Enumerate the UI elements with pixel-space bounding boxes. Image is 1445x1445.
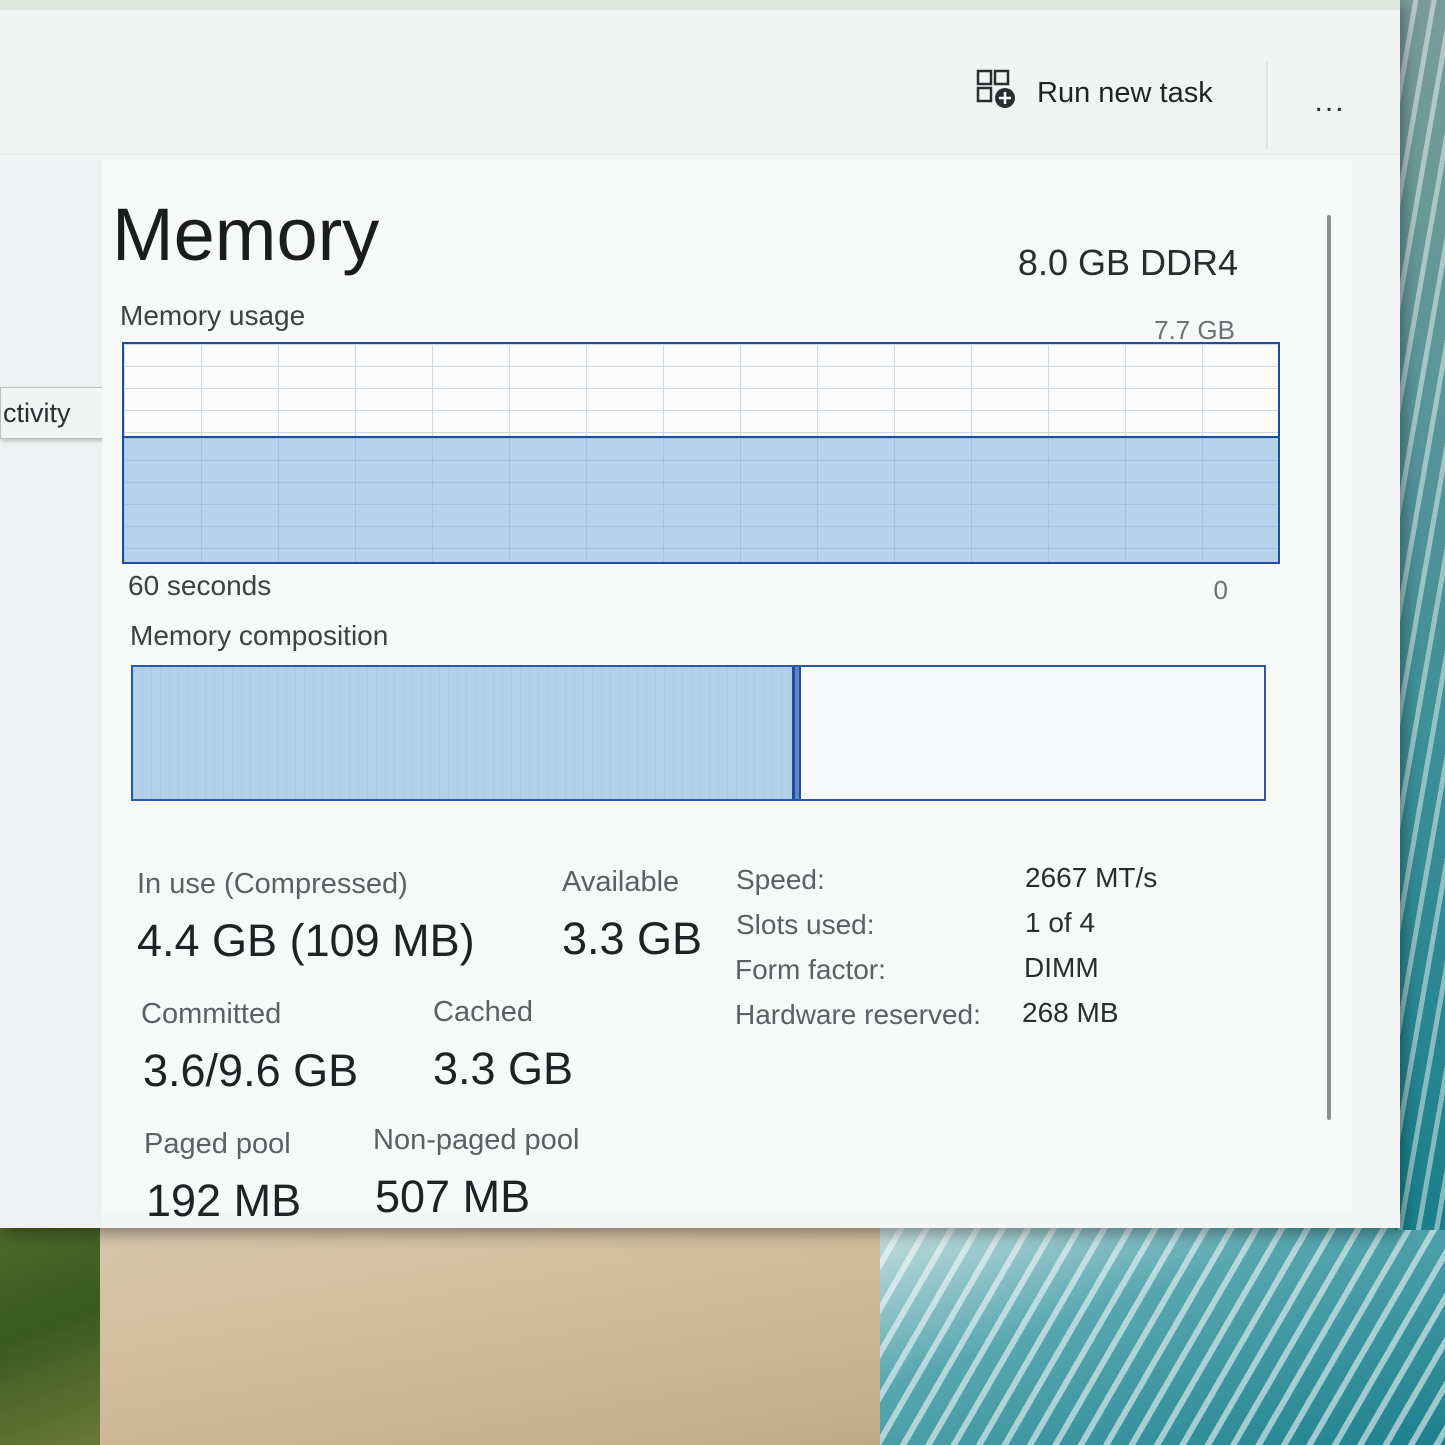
run-new-task-label: Run new task (1037, 76, 1213, 109)
speed-value: 2667 MT/s (1025, 862, 1158, 893)
sidebar (0, 160, 102, 1228)
hardware-reserved-value: 268 MB (1022, 997, 1119, 1028)
composition-in-use[interactable] (133, 667, 795, 799)
composition-modified[interactable] (794, 667, 802, 799)
form-factor-value: DIMM (1024, 952, 1099, 983)
available-label: Available (562, 866, 680, 898)
page-title: Memory (112, 193, 380, 276)
paged-pool-value: 192 MB (146, 1175, 302, 1226)
graph-time-label: 60 seconds (128, 570, 272, 601)
available-value: 3.3 GB (562, 913, 703, 964)
non-paged-pool-value: 507 MB (375, 1171, 531, 1222)
committed-value: 3.6/9.6 GB (143, 1045, 359, 1096)
slots-used-label: Slots used: (736, 909, 875, 940)
in-use-value: 4.4 GB (109 MB) (137, 915, 475, 966)
toolbar: Run new task ... (0, 10, 1400, 155)
speed-label: Speed: (736, 864, 825, 895)
committed-label: Committed (141, 998, 282, 1030)
memory-spec: 8.0 GB DDR4 (1017, 242, 1238, 283)
hardware-reserved-label: Hardware reserved: (735, 999, 981, 1030)
graph-min-label: 0 (1213, 575, 1228, 605)
more-options-icon: ... (1314, 85, 1346, 118)
memory-usage-graph (122, 342, 1280, 564)
run-new-task-icon (975, 68, 1017, 118)
title-bar (0, 0, 1400, 10)
form-factor-label: Form factor: (735, 954, 886, 985)
vertical-scrollbar[interactable] (1327, 215, 1331, 1120)
run-new-task-button[interactable]: Run new task (975, 68, 1213, 118)
sidebar-tooltip: ctivity (0, 387, 114, 439)
slots-used-value: 1 of 4 (1025, 907, 1096, 938)
non-paged-pool-label: Non-paged pool (373, 1124, 580, 1156)
wallpaper-ocean (1395, 0, 1445, 1230)
cached-value: 3.3 GB (433, 1043, 574, 1094)
wallpaper-surf (880, 1215, 1445, 1445)
paged-pool-label: Paged pool (144, 1128, 291, 1160)
task-manager-window: Run new task ... ctivity Memory 8.0 GB D… (0, 0, 1400, 1228)
memory-composition-label: Memory composition (130, 620, 389, 651)
in-use-label: In use (Compressed) (137, 868, 408, 900)
memory-composition-bar (131, 665, 1266, 801)
toolbar-divider (1266, 62, 1268, 150)
cached-label: Cached (433, 996, 533, 1028)
memory-usage-label: Memory usage (120, 300, 306, 331)
more-options-button[interactable]: ... (1300, 82, 1360, 122)
memory-usage-fill (124, 435, 1278, 562)
wallpaper-sand (100, 1225, 920, 1445)
